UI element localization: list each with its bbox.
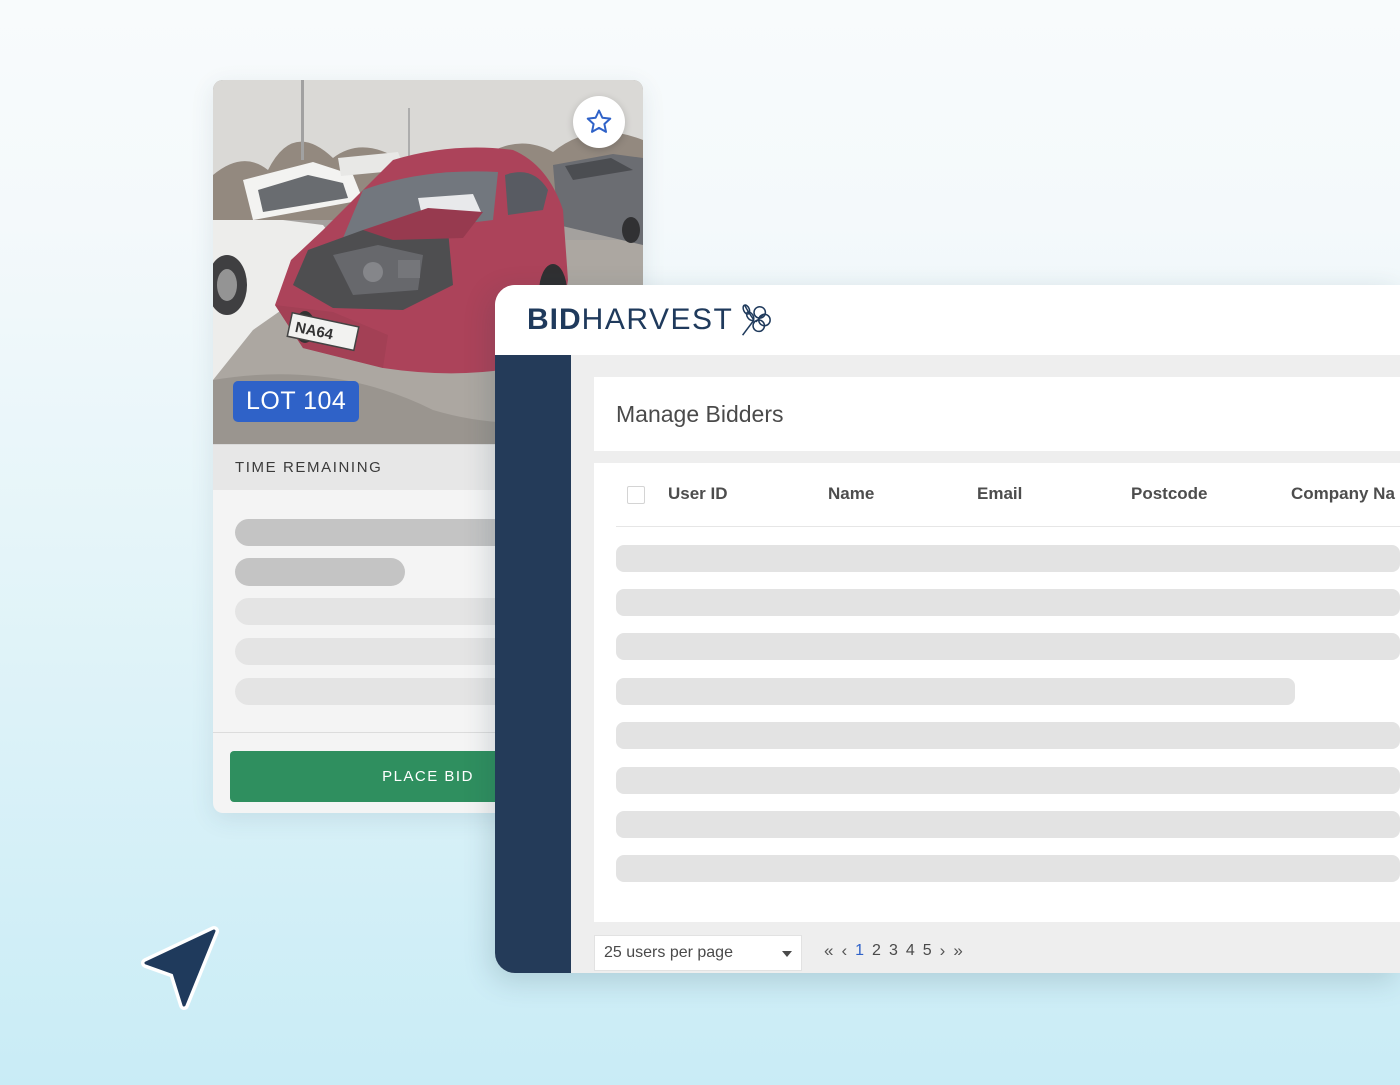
- per-page-select[interactable]: 25 users per page: [594, 935, 802, 971]
- bidders-table: User ID Name Email Postcode Company Na: [594, 463, 1400, 922]
- skeleton-line: [235, 558, 405, 586]
- page-link-4[interactable]: 4: [906, 942, 915, 960]
- chevron-left-icon[interactable]: ‹: [841, 941, 847, 961]
- page-link-3[interactable]: 3: [889, 942, 898, 960]
- page-link-1[interactable]: 1: [855, 942, 864, 960]
- table-row: [616, 589, 1400, 616]
- admin-window: BID HARVEST Manage Bidders User ID Name …: [495, 285, 1400, 973]
- table-row: [616, 811, 1400, 838]
- page-link-2[interactable]: 2: [872, 942, 881, 960]
- table-row: [616, 855, 1400, 882]
- skeleton-line: [235, 678, 535, 705]
- column-header-company-name[interactable]: Company Na: [1291, 484, 1395, 504]
- page-link-5[interactable]: 5: [923, 942, 932, 960]
- double-chevron-right-icon[interactable]: »: [953, 941, 962, 961]
- title-panel: Manage Bidders: [594, 377, 1400, 451]
- table-row: [616, 633, 1400, 660]
- lot-number-badge: LOT 104: [233, 381, 360, 422]
- logo-text-light: HARVEST: [581, 303, 734, 336]
- column-header-postcode[interactable]: Postcode: [1131, 484, 1208, 504]
- select-all-checkbox[interactable]: [627, 486, 645, 504]
- skeleton-line: [235, 638, 535, 665]
- skeleton-line: [235, 519, 535, 546]
- chevron-right-icon[interactable]: ›: [940, 941, 946, 961]
- double-chevron-left-icon[interactable]: «: [824, 941, 833, 961]
- column-header-name[interactable]: Name: [828, 484, 874, 504]
- per-page-value: 25 users per page: [604, 944, 733, 961]
- table-row: [616, 767, 1400, 794]
- sidebar: [495, 355, 571, 973]
- bidharvest-logo[interactable]: BID HARVEST: [527, 302, 773, 338]
- column-header-email[interactable]: Email: [977, 484, 1022, 504]
- page-title: Manage Bidders: [616, 401, 784, 427]
- table-row: [616, 678, 1295, 705]
- app-header: BID HARVEST: [495, 285, 1400, 355]
- navigation-arrow-icon: [141, 926, 219, 1010]
- favorite-button[interactable]: [573, 96, 625, 148]
- pagination-bar: 25 users per page « ‹ 1 2 3 4 5 › »: [594, 933, 1400, 973]
- page-navigation: « ‹ 1 2 3 4 5 › »: [824, 941, 963, 961]
- table-header: User ID Name Email Postcode Company Na: [616, 463, 1400, 527]
- wheat-bundle-icon: [742, 304, 772, 336]
- logo-text-bold: BID: [527, 303, 582, 336]
- table-row: [616, 545, 1400, 572]
- star-icon: [586, 109, 612, 133]
- table-row: [616, 722, 1400, 749]
- dropdown-caret-icon: [782, 951, 792, 957]
- column-header-user-id[interactable]: User ID: [668, 484, 728, 504]
- skeleton-line: [235, 598, 535, 625]
